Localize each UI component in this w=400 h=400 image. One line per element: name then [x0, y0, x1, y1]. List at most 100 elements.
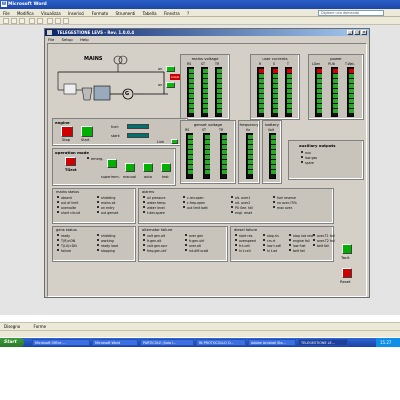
- word-titlebar: W Microsoft Word: [0, 0, 400, 9]
- df-item-2: fr.t.cell: [239, 243, 250, 248]
- uc-bar-t: [285, 67, 292, 117]
- df-item-13: over.T2 fail: [317, 238, 335, 243]
- manual-label: manual: [123, 175, 137, 179]
- superimm-button[interactable]: [107, 159, 117, 168]
- al-item-6: out limit batt: [187, 205, 208, 210]
- frequency-panel: frequency Hz: [238, 120, 260, 184]
- uc-col-r: R: [259, 62, 262, 66]
- task-word[interactable]: Microsoft Word: [92, 339, 138, 346]
- open-icon[interactable]: [11, 18, 17, 24]
- start-label: Start: [81, 138, 90, 142]
- word-title-text: Microsoft Word: [8, 2, 47, 7]
- task-office[interactable]: Microsoft Office ...: [32, 339, 90, 346]
- engine-title: engine: [55, 120, 70, 125]
- df-item-9: engine fail: [293, 238, 310, 243]
- start-button[interactable]: Start: [0, 338, 24, 347]
- link-indicator: [171, 139, 178, 144]
- reset-button[interactable]: [342, 268, 352, 278]
- user-currents-title: user currents: [262, 56, 288, 61]
- battery-title: battery: [265, 122, 279, 127]
- al-item-1: water temp.: [147, 200, 167, 205]
- frequency-title: frequency: [239, 122, 259, 127]
- ms-item-absent: absent: [61, 195, 72, 200]
- mains-voltage-panel: mains voltage RS ST TR: [180, 54, 230, 120]
- pw-col-putl: P.Utl: [328, 62, 335, 66]
- task-telegestione[interactable]: TELEGESTIONE LE...: [298, 339, 348, 346]
- al-c3-item-3: engi. reset: [235, 210, 252, 215]
- al-c4-item-0: fuel reserve: [277, 195, 296, 200]
- task-protocollo[interactable]: IN PROTOCOLLO O...: [196, 339, 246, 346]
- ms-item-out-genset: out genset: [101, 210, 119, 215]
- alternator-failure-panel: alternator failure volt gen.alt fr.gen.a…: [138, 226, 228, 262]
- gv-bar-tr: [220, 133, 227, 179]
- gv-bar-st: [203, 133, 210, 179]
- emerg-label: emerg.: [91, 156, 104, 161]
- af-item-2: volt gen.sscr: [147, 243, 168, 248]
- tacit-button[interactable]: [342, 244, 352, 254]
- user-currents-panel: user currents R S T: [250, 54, 300, 120]
- superimm-label: superimm.: [101, 175, 120, 179]
- cut-icon[interactable]: [47, 18, 53, 24]
- test-button[interactable]: [161, 163, 171, 172]
- batt-col-volt: Volt: [268, 128, 275, 132]
- gv-col-tr: TR: [219, 128, 224, 132]
- tgext-label: TGext: [65, 168, 77, 172]
- telegestione-window: TELEGESTIONE LEVS - Rev. 1.0.0.4 _ □ × F…: [44, 28, 370, 298]
- tgext-button[interactable]: [65, 157, 76, 166]
- battery-panel: battery Volt: [262, 120, 282, 184]
- maximize-button[interactable]: □: [354, 30, 360, 35]
- app-menu-setup[interactable]: Setup: [59, 36, 76, 43]
- save-icon[interactable]: [19, 18, 25, 24]
- al-c4-item-1: no over.75%: [277, 200, 297, 205]
- gv-col-st: ST: [202, 128, 206, 132]
- ms-item-short-circuit: short circuit: [61, 210, 80, 215]
- manual-button[interactable]: [125, 163, 135, 172]
- start-count-field: [127, 133, 149, 138]
- af-item-7: int.diff.scatt: [189, 248, 209, 253]
- reset-label: Reset: [340, 279, 351, 284]
- al-item-5: c.frep.open: [187, 200, 206, 205]
- mains-status-panel: mains status absent out of limit overvol…: [52, 188, 136, 224]
- mains-on-label: on: [158, 67, 163, 71]
- gs-item-ready: ready: [61, 233, 71, 238]
- copy-icon[interactable]: [55, 18, 61, 24]
- app-menu-help[interactable]: Help: [77, 36, 92, 43]
- paste-icon[interactable]: [63, 18, 69, 24]
- close-button[interactable]: ×: [361, 30, 367, 35]
- minimize-button[interactable]: _: [347, 30, 353, 35]
- gs-item-tl0: T(L0)>DN: [61, 243, 77, 248]
- al-item-3: t.dev.spare: [147, 210, 165, 215]
- gs-item-stopping: stopping: [101, 248, 115, 253]
- preview-icon[interactable]: [37, 18, 43, 24]
- engine-panel: engine Stop Start fuel: start: Link: [52, 118, 188, 146]
- stop-button[interactable]: [61, 126, 73, 137]
- pw-bar-putl: [331, 67, 338, 117]
- gens-status-panel: gens status ready T(R)>DN T(L0)>DN failu…: [52, 226, 136, 262]
- new-doc-icon[interactable]: [3, 18, 9, 24]
- ms-item-out-of-limit: out of limit: [61, 200, 79, 205]
- task-particole[interactable]: PARTICOLE (Sola l...: [140, 339, 194, 346]
- aux-item-2: spare: [305, 160, 314, 165]
- af-item-5: fr.gen.uhf: [189, 238, 205, 243]
- df-item-8: stop not rest: [293, 233, 314, 238]
- start-button[interactable]: [81, 126, 93, 137]
- gen-breaker-button[interactable]: [166, 82, 175, 88]
- forme-menu[interactable]: Forme: [34, 324, 47, 329]
- mains-status-title: mains status: [56, 190, 80, 194]
- task-acrobat[interactable]: Adobe Acrobat Sta...: [248, 339, 296, 346]
- pw-col-lgen: LGen: [312, 62, 321, 66]
- load-indicator: LOAD: [170, 74, 180, 80]
- auto-label: auto: [144, 175, 152, 179]
- app-menu-file[interactable]: File: [45, 36, 57, 43]
- gs-item-shielding: shielding: [101, 233, 116, 238]
- draw-menu[interactable]: Disegno: [4, 324, 20, 329]
- mv-col-tr: TR: [215, 62, 220, 66]
- print-icon[interactable]: [29, 18, 35, 24]
- auto-button[interactable]: [143, 163, 153, 172]
- app-icon: [47, 30, 52, 35]
- link-label: Link: [157, 140, 165, 144]
- mains-breaker-button[interactable]: [166, 66, 175, 72]
- ms-item-mains-ok: mains ok: [101, 200, 116, 205]
- word-help-input[interactable]: Digitare una domanda: [318, 10, 384, 16]
- aux-item-0: aux: [305, 150, 311, 155]
